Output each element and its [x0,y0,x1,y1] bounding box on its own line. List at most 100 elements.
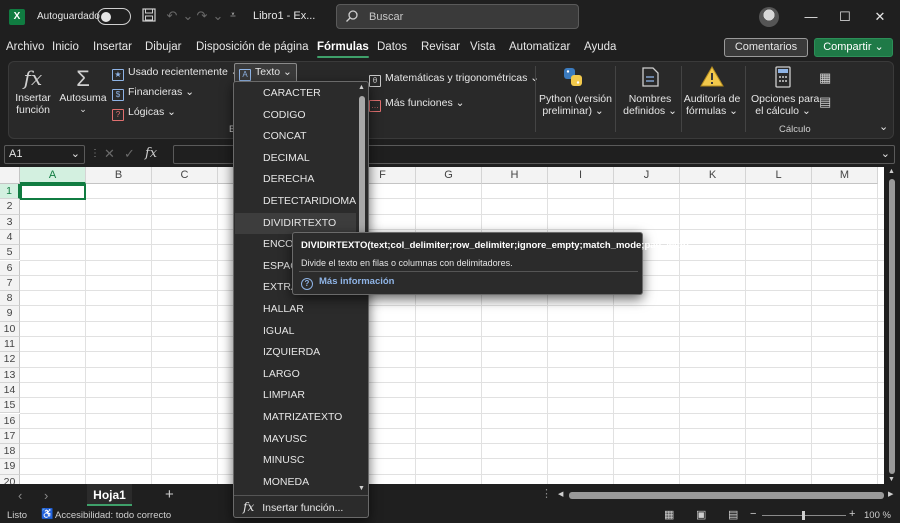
calculate-sheet-icon[interactable]: ▤ [819,94,831,110]
tab-datos[interactable]: Datos [377,41,407,53]
row-header[interactable]: 1 [0,184,20,200]
row-header[interactable]: 3 [0,214,20,230]
column-header[interactable]: L [746,167,812,184]
row-header[interactable]: 16 [0,413,20,429]
page-layout-icon[interactable]: ▣ [696,508,706,521]
column-header[interactable]: B [86,167,152,184]
autosave-toggle[interactable] [97,8,131,25]
tab-archivo[interactable]: Archivo [6,41,44,53]
row-header[interactable]: 4 [0,229,20,246]
column-header[interactable]: H [482,167,548,184]
scroll-down-icon[interactable]: ▼ [888,476,895,483]
save-icon[interactable] [141,8,157,24]
add-sheet-button[interactable]: + [165,486,174,503]
row-header[interactable]: 5 [0,245,20,261]
ribbon-collapse-icon[interactable]: ⌄ [879,120,888,133]
menu-item-izquierda[interactable]: IZQUIERDA [235,342,356,363]
avatar[interactable] [759,7,779,27]
menu-scroll-down-icon[interactable]: ▼ [358,485,365,492]
zoom-slider-thumb[interactable] [802,511,805,520]
menu-item-limpiar[interactable]: LIMPIAR [235,385,356,406]
calculate-now-icon[interactable]: ▦ [819,70,831,86]
insert-function-button[interactable]: fx Insertar función [11,66,55,116]
row-header[interactable]: 11 [0,337,20,353]
column-header[interactable]: I [548,167,614,184]
row-header[interactable]: 12 [0,352,20,368]
redo-chevron-icon[interactable]: ⌄ [210,8,226,24]
menu-item-moneda[interactable]: MONEDA [235,472,356,493]
column-header[interactable]: J [614,167,680,184]
name-box[interactable]: A1 ⌄ [4,145,85,164]
tab-insertar[interactable]: Insertar [93,41,132,53]
logical-button[interactable]: ? Lógicas ⌄ [112,106,176,121]
menu-item-caracter[interactable]: CARACTER [235,83,356,104]
active-cell[interactable] [20,184,86,200]
comments-button[interactable]: Comentarios [724,38,808,57]
redo-icon[interactable]: ↷ [194,8,210,24]
more-options-icon[interactable]: ⋮ [90,148,100,159]
scroll-up-icon[interactable]: ▲ [888,168,895,175]
row-header[interactable]: 18 [0,444,20,460]
formula-auditing-button[interactable]: Auditoría de fórmulas ⌄ [683,65,741,117]
vertical-scroll-thumb[interactable] [889,179,895,474]
menu-item-derecha[interactable]: DERECHA [235,169,356,190]
sheet-tab-hoja1[interactable]: Hoja1 [87,484,132,506]
math-trig-button[interactable]: θ Matemáticas y trigonométricas ⌄ [369,72,539,87]
calculation-options-button[interactable]: Opciones para el cálculo ⌄ [751,65,819,117]
insert-function-menu-item[interactable]: fx Insertar función... [235,497,367,517]
financial-button[interactable]: $ Financieras ⌄ [112,86,194,101]
tab-ayuda[interactable]: Ayuda [584,41,616,53]
insert-function-fx-icon[interactable]: fx [145,146,157,161]
tab-automatizar[interactable]: Automatizar [509,41,570,53]
row-header[interactable]: 19 [0,459,20,475]
row-header[interactable]: 10 [0,321,20,337]
enter-icon[interactable]: ✓ [124,146,135,162]
autosum-button[interactable]: Σ Autosuma ⌄ [59,66,107,115]
minimize-button[interactable]: — [800,6,822,28]
row-header[interactable]: 6 [0,260,20,276]
worksheet-grid[interactable]: ABCDEFGHIJKLM123456789101112131415161718… [0,167,884,484]
column-header[interactable]: G [416,167,482,184]
horizontal-scroll-thumb[interactable] [569,492,884,499]
select-all-corner[interactable] [0,167,20,184]
menu-item-igual[interactable]: IGUAL [235,321,356,342]
next-sheet-icon[interactable]: › [44,488,48,503]
menu-scroll-up-icon[interactable]: ▲ [358,84,365,91]
tab-formulas[interactable]: Fórmulas [317,41,369,58]
more-info-link[interactable]: ? Más información [301,276,395,290]
menu-item-mayusc[interactable]: MAYUSC [235,429,356,450]
tab-inicio[interactable]: Inicio [52,41,79,53]
column-header[interactable]: K [680,167,746,184]
menu-item-hallar[interactable]: HALLAR [235,299,356,320]
row-header[interactable]: 2 [0,199,20,215]
prev-sheet-icon[interactable]: ‹ [18,488,22,503]
accessibility-status[interactable]: Accesibilidad: todo correcto [55,510,171,521]
row-header[interactable]: 9 [0,306,20,322]
expand-formula-icon[interactable]: ⌄ [881,147,890,160]
zoom-level[interactable]: 100 % [864,510,891,521]
tab-dibujar[interactable]: Dibujar [145,41,181,53]
defined-names-button[interactable]: Nombres definidos ⌄ [620,65,680,117]
row-header[interactable]: 8 [0,291,20,307]
menu-item-decimal[interactable]: DECIMAL [235,148,356,169]
menu-item-concat[interactable]: CONCAT [235,126,356,147]
row-header[interactable]: 17 [0,428,20,445]
row-header[interactable]: 14 [0,382,20,399]
row-header[interactable]: 7 [0,275,20,292]
cancel-icon[interactable]: ✕ [104,146,115,162]
customize-toolbar-icon[interactable]: ⩡ [225,8,241,24]
scroll-right-icon[interactable]: ▶ [888,490,893,498]
tab-disposicion[interactable]: Disposición de página [196,41,309,53]
zoom-in-icon[interactable]: + [849,508,855,520]
menu-item-detectaridioma[interactable]: DETECTARIDIOMA [235,191,356,212]
search-input[interactable]: Buscar [336,4,579,29]
tab-revisar[interactable]: Revisar [421,41,460,53]
menu-item-dividirtexto[interactable]: DIVIDIRTEXTO [235,212,356,234]
column-header[interactable]: A [20,167,86,184]
menu-item-minusc[interactable]: MINUSC [235,450,356,471]
share-button[interactable]: Compartir ⌄ [814,38,893,57]
vertical-scrollbar[interactable]: ▲ ▼ [884,167,900,484]
column-header[interactable]: C [152,167,218,184]
page-break-icon[interactable]: ▤ [728,508,738,521]
more-functions-button[interactable]: … Más funciones ⌄ [369,97,464,112]
